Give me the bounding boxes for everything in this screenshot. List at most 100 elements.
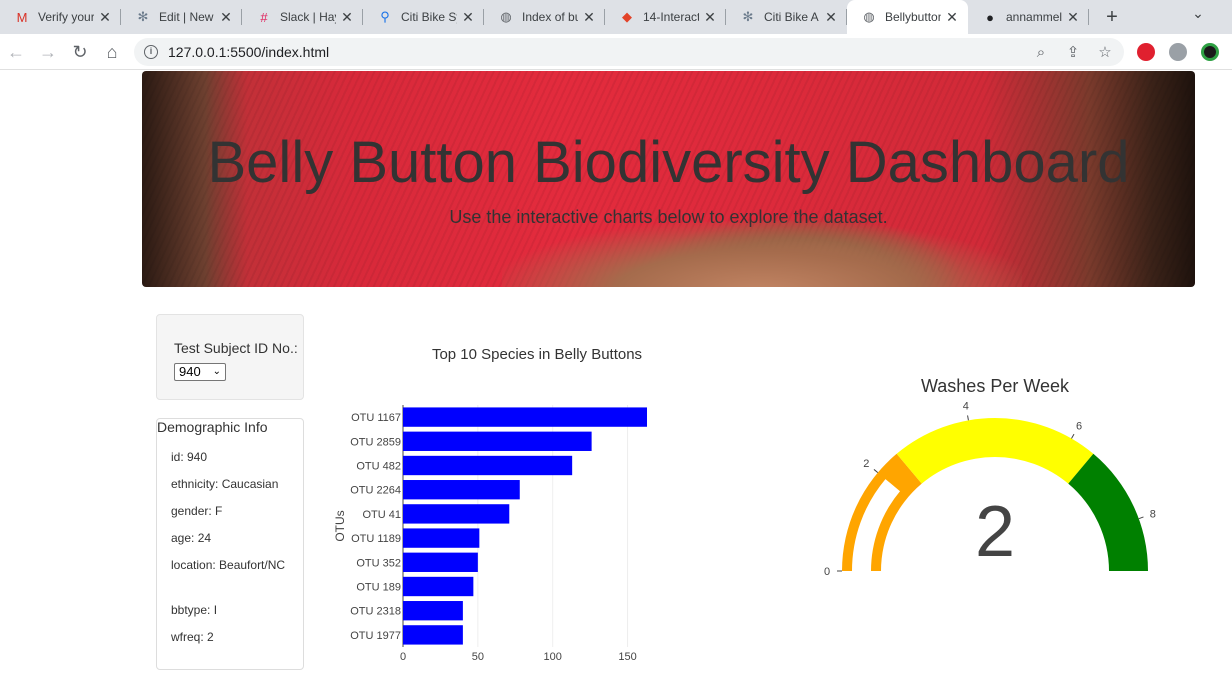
page-subtitle: Use the interactive charts below to expl… (449, 207, 888, 227)
close-icon[interactable]: ✕ (702, 9, 718, 25)
bike-icon: ⚲ (380, 9, 390, 24)
close-icon[interactable]: ✕ (1065, 9, 1081, 25)
tab-label: annammel (1006, 10, 1062, 24)
tab-8[interactable]: ● annammel ✕ (968, 0, 1089, 34)
top10-bar-chart[interactable]: Top 10 Species in Belly Buttons 0 50 100 150… (320, 330, 670, 670)
gauge-tick-label: 6 (1076, 421, 1082, 433)
washes-gauge-chart[interactable]: Washes Per Week 0 2 4 6 8 2 (780, 365, 1200, 625)
demo-row: gender: F (171, 504, 223, 518)
tab-6[interactable]: ✻ Citi Bike A ✕ (726, 0, 847, 34)
tab-label: Citi Bike Sy (401, 10, 457, 24)
tab-0[interactable]: M Verify your ✕ (0, 0, 121, 34)
bar (403, 431, 592, 451)
subject-selector-panel: Test Subject ID No.: 940 ⌄ (156, 314, 304, 400)
tab-label: Citi Bike A (764, 10, 819, 24)
x-tick-label: 50 (472, 651, 484, 663)
tableau-icon: ✻ (742, 9, 754, 24)
home-icon[interactable]: ⌂ (100, 40, 124, 64)
demo-row: id: 940 (171, 450, 208, 464)
close-icon[interactable]: ✕ (823, 9, 839, 25)
back-arrow-icon[interactable]: ← (4, 40, 28, 64)
demo-row: wfreq: 2 (171, 630, 214, 644)
globe-icon: ◍ (863, 9, 875, 24)
tab-strip: M Verify your ✕ ✻ Edit | New ✕ # Slack | Hay ✕ ⚲ C… (0, 0, 1232, 34)
profile-extension-icon[interactable] (1201, 43, 1219, 61)
x-tick-label: 100 (544, 651, 562, 663)
tab-label: Bellybutton (885, 10, 941, 24)
y-tick-label: OTU 1167 (351, 412, 401, 424)
chevron-down-icon: ⌄ (212, 366, 221, 377)
x-tick-label: 0 (400, 651, 406, 663)
tab-1[interactable]: ✻ Edit | New ✕ (121, 0, 242, 34)
chart-title: Top 10 Species in Belly Buttons (432, 346, 642, 363)
bar (403, 576, 474, 597)
close-icon[interactable]: ✕ (944, 9, 960, 25)
y-tick-label: OTU 2318 (350, 606, 401, 618)
tab-label: Slack | Hay (280, 10, 336, 24)
demo-row: ethnicity: Caucasian (171, 477, 279, 491)
bar (403, 625, 463, 645)
gmail-icon: M (16, 9, 28, 25)
reload-icon[interactable]: ↻ (68, 40, 92, 64)
site-info-icon[interactable]: i (144, 45, 158, 59)
globe-icon: ◍ (500, 9, 512, 24)
y-tick-label: OTU 482 (356, 461, 401, 473)
url-text: 127.0.0.1:5500/index.html (168, 44, 330, 60)
tab-5[interactable]: ◆ 14-Interact ✕ (605, 0, 726, 34)
bar (403, 552, 478, 572)
close-icon[interactable]: ✕ (581, 9, 597, 25)
gauge-title: Washes Per Week (921, 376, 1070, 396)
y-tick-label: OTU 41 (362, 509, 401, 521)
bookmark-star-icon[interactable]: ☆ (1096, 44, 1114, 62)
gauge-value: 2 (975, 492, 1015, 572)
gauge-tick-label: 0 (824, 566, 830, 578)
bar (403, 480, 520, 500)
forward-arrow-icon[interactable]: → (36, 40, 60, 64)
tab-label: Verify your (38, 10, 94, 24)
close-icon[interactable]: ✕ (218, 9, 234, 25)
subject-id-select[interactable]: 940 ⌄ (174, 363, 226, 381)
tab-divider (1088, 9, 1089, 25)
selected-id: 940 (179, 364, 201, 379)
slack-icon: # (260, 9, 268, 25)
demographic-panel: Demographic Info id: 940 ethnicity: Cauc… (156, 418, 304, 670)
y-tick-label: OTU 189 (356, 582, 401, 594)
demo-row: location: Beaufort/NC (171, 558, 286, 572)
acrobat-extension-icon[interactable] (1137, 43, 1155, 61)
share-icon[interactable]: ⇪ (1064, 44, 1082, 62)
gauge-tick (1138, 516, 1144, 520)
tab-3[interactable]: ⚲ Citi Bike Sy ✕ (363, 0, 484, 34)
chevron-down-icon[interactable]: ⌄ (1188, 5, 1208, 25)
y-tick-label: OTU 1977 (350, 630, 401, 642)
hero-banner: Belly Button Biodiversity Dashboard Use … (142, 71, 1195, 287)
slack-like-icon: ✻ (137, 9, 149, 24)
close-icon[interactable]: ✕ (460, 9, 476, 25)
x-tick-label: 150 (618, 651, 636, 663)
gauge-band (896, 418, 1094, 484)
gauge-tick (967, 415, 969, 421)
new-tab-button[interactable]: + (1100, 6, 1124, 28)
page-title: Belly Button Biodiversity Dashboard (207, 130, 1130, 195)
zoom-icon[interactable]: ⌕ (1032, 44, 1050, 62)
gauge-tick-label: 2 (863, 458, 869, 470)
extension-lock-icon[interactable] (1169, 43, 1187, 61)
tab-7[interactable]: ◍ Bellybutton ✕ (847, 0, 968, 34)
gitlab-icon: ◆ (622, 9, 632, 24)
bar (403, 504, 510, 524)
close-icon[interactable]: ✕ (339, 9, 355, 25)
tab-2[interactable]: # Slack | Hay ✕ (242, 0, 363, 34)
gauge-tick (873, 469, 879, 474)
browser-toolbar: ← → ↻ ⌂ i 127.0.0.1:5500/index.html ⌕ ⇪ … (0, 34, 1232, 70)
address-bar[interactable]: i 127.0.0.1:5500/index.html ⌕ ⇪ ☆ (134, 38, 1124, 66)
selector-label: Test Subject ID No.: (174, 340, 298, 356)
tab-4[interactable]: ◍ Index of bu ✕ (484, 0, 605, 34)
gauge-tick-label: 8 (1150, 509, 1156, 521)
bar (403, 455, 573, 476)
gauge-tick (1071, 433, 1075, 439)
demographic-title: Demographic Info (157, 419, 268, 435)
tab-label: Index of bu (522, 10, 578, 24)
y-axis-label: OTUs (333, 510, 347, 541)
close-icon[interactable]: ✕ (97, 9, 113, 25)
bar (403, 407, 648, 427)
y-tick-label: OTU 2264 (350, 485, 401, 497)
